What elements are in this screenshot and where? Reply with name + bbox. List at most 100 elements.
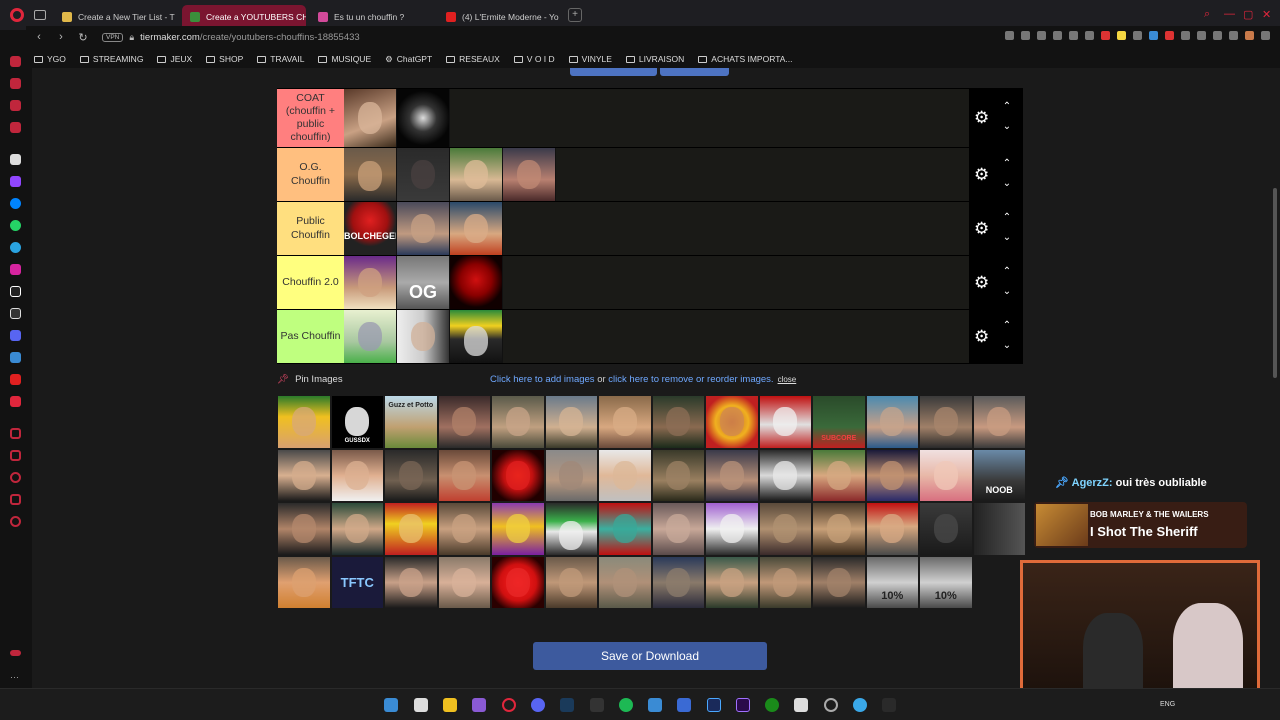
player-icon[interactable] [10, 396, 21, 407]
extension-icon[interactable] [1149, 31, 1158, 40]
bookmark-achats[interactable]: ACHATS IMPORTA... [698, 54, 793, 64]
pool-image[interactable] [437, 448, 491, 502]
pool-image[interactable] [865, 448, 919, 502]
tier-label[interactable]: Chouffin 2.0 [277, 256, 344, 309]
pool-image[interactable] [277, 448, 331, 502]
tier-label[interactable]: COAT (chouffin + public chouffin) [277, 89, 344, 147]
pool-image[interactable] [491, 395, 545, 449]
pool-image[interactable] [277, 555, 331, 609]
app-icon[interactable] [10, 154, 21, 165]
page-scrollbar[interactable] [1270, 68, 1280, 688]
pool-image[interactable] [705, 395, 759, 449]
pool-image[interactable] [651, 448, 705, 502]
gear-icon[interactable]: ⚙ [974, 327, 992, 346]
bookmark-reseaux[interactable]: RESEAUX [446, 54, 500, 64]
live-app-icon[interactable] [882, 698, 896, 712]
more-icon[interactable]: ··· [10, 672, 24, 683]
pool-image[interactable] [598, 502, 652, 556]
chevron-down-icon[interactable]: ⌄ [1001, 340, 1013, 351]
pool-image[interactable] [384, 448, 438, 502]
app-icon[interactable] [10, 352, 21, 363]
pool-image[interactable] [384, 555, 438, 609]
chevron-down-icon[interactable]: ⌄ [1001, 178, 1013, 189]
bookmark-icon[interactable] [1005, 31, 1014, 40]
tier-label[interactable]: O.G. Chouffin [277, 148, 344, 201]
camera-icon[interactable] [1069, 31, 1078, 40]
maximize-icon[interactable]: ▢ [1243, 8, 1253, 21]
x-twitter-icon[interactable] [10, 308, 21, 319]
pool-image[interactable] [651, 502, 705, 556]
gear-icon[interactable]: ⚙ [974, 219, 992, 238]
pool-image[interactable] [437, 502, 491, 556]
bookmark-ygo[interactable]: YGO [34, 54, 66, 64]
download-icon[interactable] [1229, 31, 1238, 40]
save-or-download-button[interactable]: Save or Download [533, 642, 767, 670]
pool-image[interactable] [812, 502, 866, 556]
chevron-up-icon[interactable]: ⌃ [1001, 158, 1013, 169]
pool-image[interactable]: TFTC [330, 555, 384, 609]
twitch-icon[interactable] [10, 176, 21, 187]
tab-menu-icon[interactable] [34, 10, 46, 20]
app-icon[interactable] [472, 698, 486, 712]
downloads-icon[interactable] [10, 450, 21, 461]
pool-image[interactable] [544, 502, 598, 556]
pool-image[interactable] [919, 502, 973, 556]
add-images-link[interactable]: Click here to add images [490, 374, 595, 385]
chevron-up-icon[interactable]: ⌃ [1001, 101, 1013, 112]
top-button-stub[interactable] [570, 68, 657, 76]
chevron-down-icon[interactable]: ⌄ [1001, 286, 1013, 297]
tier-image[interactable] [450, 148, 503, 201]
tier-image[interactable]: BOLCHEGEEK [344, 202, 397, 255]
pool-image[interactable] [758, 555, 812, 609]
pool-image[interactable]: NOOB [972, 448, 1026, 502]
discord-icon[interactable] [10, 330, 21, 341]
scrollbar-thumb[interactable] [1273, 188, 1277, 378]
pool-image[interactable] [544, 395, 598, 449]
pool-image[interactable] [651, 555, 705, 609]
tier-image[interactable] [344, 148, 397, 201]
bookmark-shop[interactable]: SHOP [206, 54, 243, 64]
pool-image[interactable] [330, 502, 384, 556]
pool-image[interactable]: SUBCORE [812, 395, 866, 449]
chevron-up-icon[interactable]: ⌃ [1001, 320, 1013, 331]
tier-image[interactable] [397, 148, 450, 201]
epic-games-icon[interactable] [590, 698, 604, 712]
premiere-icon[interactable] [736, 698, 750, 712]
play-icon[interactable] [1085, 31, 1094, 40]
pool-image[interactable]: Guzz et Potto [384, 395, 438, 449]
tier-image[interactable] [344, 256, 397, 309]
photoshop-icon[interactable] [707, 698, 721, 712]
tier-image[interactable] [503, 148, 556, 201]
app-icon[interactable] [677, 698, 691, 712]
tier-image[interactable] [344, 310, 397, 363]
pool-image[interactable]: 10% [865, 555, 919, 609]
tier-image[interactable] [397, 202, 450, 255]
new-tab-button[interactable]: + [568, 8, 582, 22]
heart-icon[interactable] [1101, 31, 1110, 40]
translate-icon[interactable] [1053, 31, 1062, 40]
telegram-icon[interactable] [10, 242, 21, 253]
gear-icon[interactable]: ⚙ [974, 109, 992, 127]
pool-image[interactable] [491, 555, 545, 609]
reload-icon[interactable]: ↻ [74, 31, 92, 44]
pool-image[interactable] [919, 395, 973, 449]
chevron-down-icon[interactable]: ⌄ [1001, 232, 1013, 243]
opera-gx-icon[interactable] [502, 698, 516, 712]
pool-image[interactable] [972, 395, 1026, 449]
gx-badge-icon[interactable] [10, 650, 21, 656]
forward-icon[interactable]: › [52, 31, 70, 43]
bookmark-musique[interactable]: MUSIQUE [318, 54, 371, 64]
pool-image[interactable] [651, 395, 705, 449]
aria-icon[interactable] [10, 56, 21, 67]
tier-image[interactable] [397, 310, 450, 363]
vpn-badge[interactable]: VPN [102, 32, 124, 42]
close-link[interactable]: close [778, 375, 797, 384]
profile-avatar-icon[interactable] [1245, 31, 1254, 40]
bookmark-travail[interactable]: TRAVAIL [257, 54, 304, 64]
menu-icon[interactable] [1261, 31, 1270, 40]
bookmark-jeux[interactable]: JEUX [157, 54, 192, 64]
gear-icon[interactable]: ⚙ [974, 273, 992, 292]
pool-image[interactable] [544, 448, 598, 502]
extension-icon[interactable] [1181, 31, 1190, 40]
remove-reorder-link[interactable]: click here to remove or reorder images. [608, 374, 773, 385]
